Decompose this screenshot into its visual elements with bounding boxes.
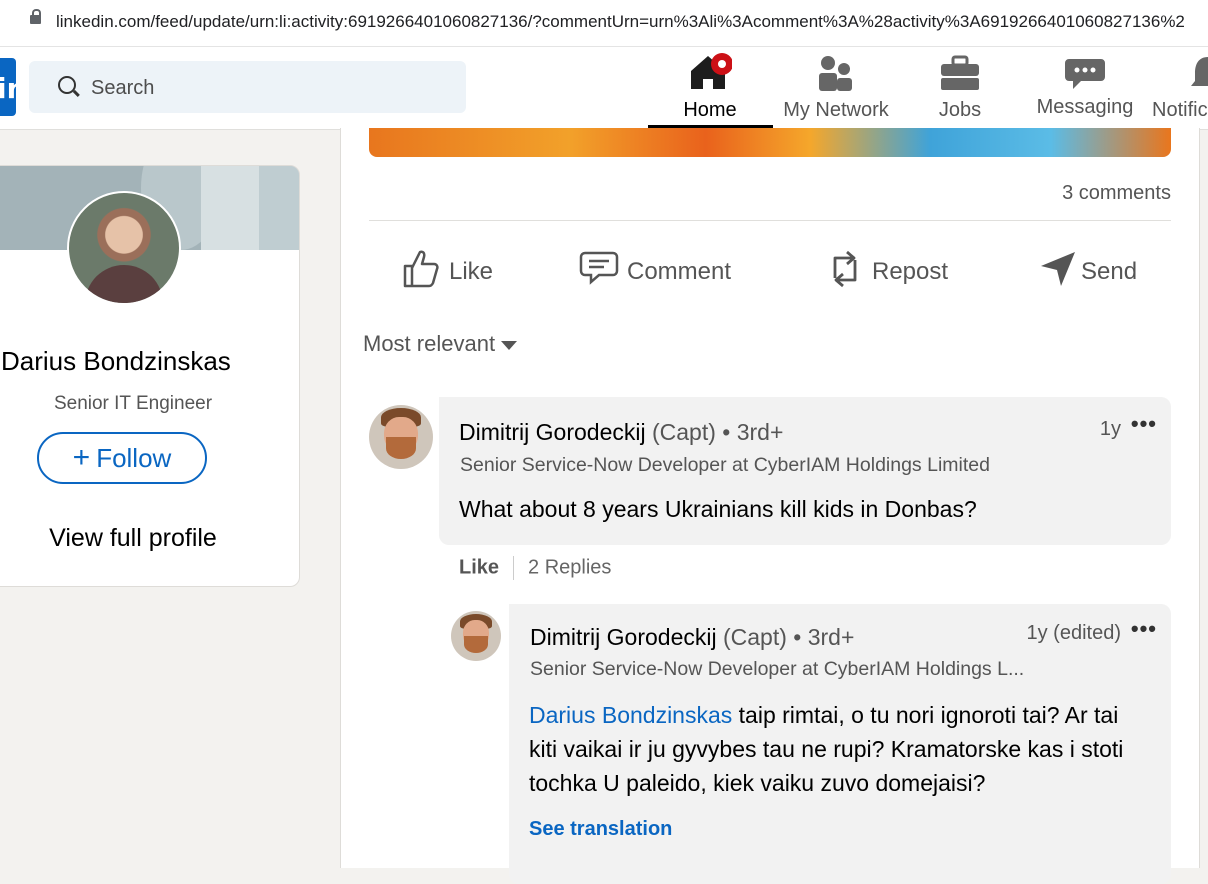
reply-author-headline: Senior Service-Now Developer at CyberIAM… — [530, 658, 1025, 680]
divider — [369, 220, 1171, 221]
more-options-icon[interactable]: ••• — [1131, 411, 1157, 437]
repost-button[interactable]: Repost — [827, 248, 967, 292]
comment-actions: Like 2 Replies — [459, 556, 611, 580]
nav-jobs-label: Jobs — [938, 99, 982, 121]
post-card: 3 comments Like Comment Repost Send Most… — [340, 128, 1200, 884]
follow-label: Follow — [96, 443, 172, 473]
commenter-avatar[interactable] — [369, 405, 433, 469]
lock-icon — [30, 9, 41, 24]
linkedin-logo[interactable]: in — [0, 58, 27, 116]
comment-author-headline: Senior Service-Now Developer at CyberIAM… — [460, 454, 990, 476]
profile-name[interactable]: Darius Bondzinskas — [1, 346, 231, 377]
comment-label: Comment — [627, 258, 732, 285]
comment-text: What about 8 years Ukrainians kill kids … — [459, 496, 977, 522]
plus-icon: + — [72, 441, 91, 474]
send-icon — [1041, 252, 1075, 286]
send-button[interactable]: Send — [1039, 248, 1159, 292]
mention-link[interactable]: Darius Bondzinskas — [529, 702, 732, 728]
comment-button[interactable]: Comment — [579, 248, 749, 292]
bell-icon — [1191, 57, 1208, 86]
nav-notifications-label: Notifica — [1152, 99, 1208, 121]
reply-time: 1y (edited) — [1026, 622, 1122, 644]
thumbs-up-icon — [403, 250, 439, 288]
like-label: Like — [449, 258, 494, 285]
nav-messaging[interactable]: Messaging — [1030, 47, 1140, 129]
sort-label: Most relevant — [363, 331, 496, 356]
more-options-icon[interactable]: ••• — [1131, 616, 1157, 642]
post-image[interactable] — [369, 128, 1171, 157]
comment-author[interactable]: Dimitrij Gorodeckij (Capt) • 3rd+ — [459, 419, 783, 446]
messaging-icon — [1065, 59, 1105, 89]
nav-messaging-label: Messaging — [1036, 96, 1134, 118]
see-translation-link[interactable]: See translation — [529, 818, 672, 841]
comment-bubble: Dimitrij Gorodeckij (Capt) • 3rd+ 1y •••… — [439, 397, 1171, 545]
comment-like-button[interactable]: Like — [459, 556, 499, 578]
url-text[interactable]: linkedin.com/feed/update/urn:li:activity… — [56, 12, 1185, 32]
search-input[interactable]: Search — [91, 77, 154, 100]
nav-my-network[interactable]: My Network — [770, 47, 902, 129]
caret-down-icon — [501, 340, 518, 350]
repost-label: Repost — [872, 258, 949, 285]
like-button[interactable]: Like — [401, 248, 521, 292]
profile-headline: Senior IT Engineer — [53, 393, 213, 414]
global-nav: in Search Home My Network Jobs Messaging… — [0, 47, 1208, 130]
home-icon — [691, 53, 732, 89]
replies-link[interactable]: 2 Replies — [528, 556, 611, 578]
briefcase-icon — [941, 55, 979, 90]
follow-button[interactable]: + Follow — [37, 432, 207, 484]
network-icon — [819, 56, 852, 91]
comment-icon — [579, 251, 619, 285]
comment-time: 1y — [1099, 418, 1121, 440]
nav-home[interactable]: Home — [660, 47, 760, 129]
sort-dropdown[interactable]: Most relevant — [363, 331, 518, 357]
reply-author[interactable]: Dimitrij Gorodeckij (Capt) • 3rd+ — [530, 624, 854, 651]
nav-home-label: Home — [683, 99, 737, 121]
search-box[interactable]: Search — [29, 61, 466, 113]
reply-bubble: Dimitrij Gorodeckij (Capt) • 3rd+ 1y (ed… — [509, 604, 1171, 884]
reply-avatar[interactable] — [451, 611, 501, 661]
author-profile-card: Darius Bondzinskas Senior IT Engineer + F… — [0, 165, 300, 587]
nav-my-network-label: My Network — [783, 99, 889, 121]
search-icon — [58, 76, 76, 94]
nav-notifications[interactable]: Notifica — [1150, 47, 1208, 129]
view-full-profile-link[interactable]: View full profile — [0, 524, 265, 553]
profile-avatar[interactable] — [67, 191, 181, 305]
repost-icon — [833, 250, 857, 288]
comments-count[interactable]: 3 comments — [1062, 182, 1171, 205]
send-label: Send — [1081, 258, 1138, 285]
nav-jobs[interactable]: Jobs — [915, 47, 1005, 129]
reply-text: Darius Bondzinskas taip rimtai, o tu nor… — [529, 702, 1124, 796]
browser-address-bar[interactable]: linkedin.com/feed/update/urn:li:activity… — [0, 0, 1208, 47]
